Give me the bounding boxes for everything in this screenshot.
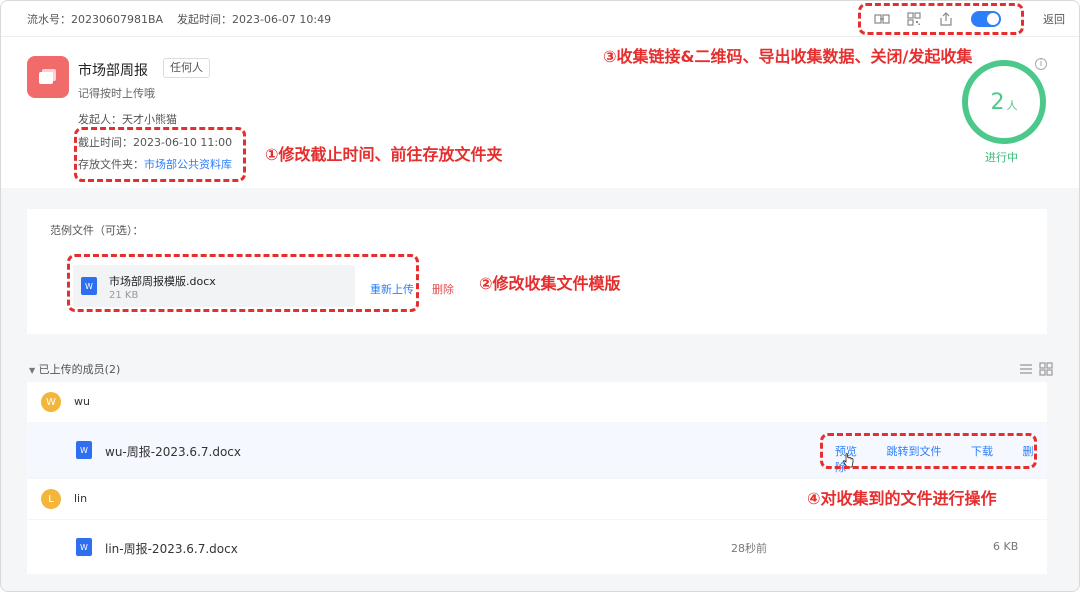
uploaded-file-name: lin-周报-2023.6.7.docx	[105, 542, 238, 556]
uploaded-file-size: 6 KB	[993, 540, 1019, 553]
uploaded-file-row[interactable]: W lin-周报-2023.6.7.docx 28秒前 6 KB	[27, 520, 1047, 574]
audience-tag: 任何人	[163, 58, 210, 78]
annotation-box-sample-file	[67, 254, 419, 312]
members-header[interactable]: ▼ 已上传的成员(2)	[29, 361, 120, 377]
upload-count-unit: 人	[1006, 99, 1018, 112]
upload-count: 2	[990, 89, 1005, 115]
start-time: 发起时间：2023-06-07 10:49	[177, 13, 332, 26]
members-count-label: 已上传的成员(2)	[38, 363, 121, 376]
collection-description: 记得按时上传哦	[78, 87, 155, 100]
annotation-box-file-actions	[820, 433, 1037, 469]
annotation-2: ②修改收集文件模版	[479, 274, 621, 293]
initiator-text: 发起人：天才小熊猫	[78, 113, 177, 126]
member-name: wu	[74, 395, 90, 408]
serial-number: 流水号：20230607981BA	[27, 13, 164, 26]
avatar: L	[41, 489, 61, 509]
progress-ring: 2 人	[962, 60, 1046, 144]
collection-detail-window: 流水号：20230607981BA 发起时间：2023-06-07 10:49 …	[0, 0, 1080, 592]
collection-app-icon	[27, 56, 69, 98]
uploaded-file-name: wu-周报-2023.6.7.docx	[105, 445, 241, 459]
back-button[interactable]: 返回	[1043, 11, 1065, 27]
sample-file-label: 范例文件（可选）：	[50, 224, 144, 237]
page-title: 市场部周报	[78, 63, 148, 79]
upload-time-ago: 28秒前	[731, 542, 767, 555]
member-row: W wu	[27, 382, 1047, 422]
view-switcher	[1013, 361, 1053, 376]
annotation-box-toolbar	[858, 3, 1024, 35]
info-icon[interactable]: i	[1035, 58, 1047, 70]
annotation-3: ③收集链接&二维码、导出收集数据、关闭/发起收集	[603, 47, 973, 66]
member-name: lin	[74, 492, 88, 505]
grid-view-icon[interactable]	[1039, 361, 1053, 376]
status-badge: 进行中	[985, 151, 1018, 164]
delete-sample-button[interactable]: 删除	[432, 281, 454, 297]
word-file-icon: W	[76, 538, 92, 556]
avatar: W	[41, 392, 61, 412]
annotation-box-deadline	[74, 127, 246, 182]
collapse-arrow-icon: ▼	[29, 366, 36, 375]
list-view-icon[interactable]	[1019, 361, 1033, 375]
word-file-icon: W	[76, 441, 92, 459]
annotation-4: ④对收集到的文件进行操作	[807, 489, 997, 508]
annotation-1: ①修改截止时间、前往存放文件夹	[265, 145, 503, 164]
